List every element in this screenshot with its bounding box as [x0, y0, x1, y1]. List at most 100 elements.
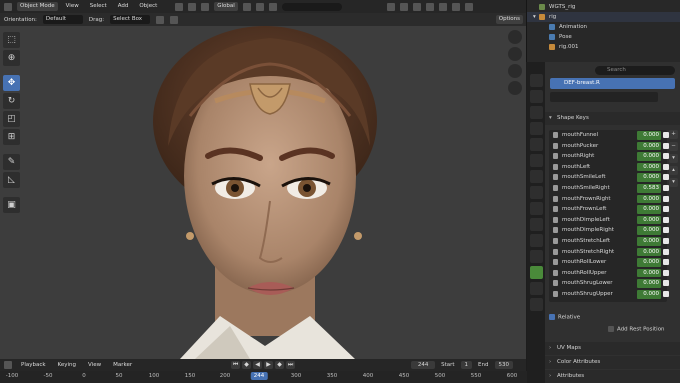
outliner-item[interactable]: Animation — [527, 22, 680, 32]
outliner-item[interactable]: Pose — [527, 32, 680, 42]
shape-key-mute-checkbox[interactable] — [663, 259, 669, 266]
physics-tab-icon[interactable] — [529, 234, 543, 247]
shape-key-row[interactable]: mouthSmileRight 0.583 — [549, 183, 669, 194]
play-icon[interactable]: ▶ — [264, 361, 274, 369]
expand-arrow-icon[interactable]: ▾ — [533, 12, 536, 22]
add-rest-position-checkbox[interactable]: Add Rest Position — [608, 326, 665, 333]
options-dropdown[interactable]: Options — [495, 15, 523, 24]
select-subtract-icon[interactable] — [201, 2, 210, 11]
view-layer-tab-icon[interactable] — [529, 122, 543, 135]
camera-view-icon[interactable] — [508, 64, 522, 78]
shading-rendered-icon[interactable] — [464, 2, 473, 11]
outliner-item[interactable]: rig.001 — [527, 42, 680, 52]
cursor-tool-icon[interactable]: ⊕ — [3, 50, 20, 66]
shape-key-mute-checkbox[interactable] — [663, 216, 669, 223]
shape-key-value[interactable]: 0.000 — [637, 194, 661, 204]
scale-tool-icon[interactable]: ◰ — [3, 111, 20, 127]
zoom-icon[interactable] — [508, 30, 522, 44]
pan-icon[interactable] — [508, 47, 522, 61]
menu-keying[interactable]: Keying — [55, 361, 79, 370]
scene-tab-icon[interactable] — [529, 138, 543, 151]
mesh-data-tab-icon[interactable] — [529, 266, 543, 279]
shape-key-value[interactable]: 0.000 — [637, 215, 661, 225]
select-new-icon[interactable] — [156, 15, 165, 24]
shape-key-value[interactable]: 0.000 — [637, 247, 661, 257]
menu-marker[interactable]: Marker — [110, 361, 135, 370]
jump-keyframe-forward-icon[interactable]: ◆ — [275, 361, 285, 369]
mesh-name-field[interactable]: DEF-breast.R — [550, 78, 675, 89]
shape-key-value[interactable]: 0.583 — [637, 184, 661, 193]
shape-key-row[interactable]: mouthRollLower 0.000 — [549, 257, 669, 268]
drag-dropdown[interactable]: Select Box — [110, 15, 151, 24]
shape-key-row[interactable]: mouthPucker 0.000 — [549, 141, 669, 152]
shape-key-mute-checkbox[interactable] — [663, 248, 669, 255]
play-reverse-icon[interactable]: ◀ — [253, 361, 263, 369]
pivot-icon[interactable] — [242, 2, 251, 11]
editor-type-icon[interactable] — [4, 2, 12, 11]
menu-playback[interactable]: Playback — [18, 361, 49, 370]
attributes-header[interactable]: › Attributes — [545, 370, 680, 383]
shading-material-icon[interactable] — [451, 2, 460, 11]
visibility-icon[interactable] — [386, 2, 395, 11]
shape-keys-header[interactable]: ▾ Shape Keys — [545, 112, 680, 125]
select-extend-icon[interactable] — [188, 2, 197, 11]
transform-tool-icon[interactable]: ⊞ — [3, 129, 20, 145]
render-tab-icon[interactable] — [529, 90, 543, 103]
transform-orientation-dropdown[interactable]: Global — [214, 2, 238, 11]
end-frame-field[interactable]: 530 — [494, 361, 513, 369]
move-tool-icon[interactable]: ✥ — [3, 75, 20, 91]
shape-key-value[interactable]: 0.000 — [637, 152, 661, 161]
shape-key-row[interactable]: mouthStretchRight 0.000 — [549, 247, 669, 258]
shape-key-row[interactable]: mouthRight 0.000 — [549, 151, 669, 162]
outliner-item[interactable]: ▾ rig — [527, 12, 680, 22]
add-cube-tool-icon[interactable]: ▣ — [3, 197, 20, 213]
move-up-icon[interactable]: ▴ — [669, 166, 678, 175]
shape-key-row[interactable]: mouthDimpleRight 0.000 — [549, 225, 669, 236]
shape-key-value[interactable]: 0.000 — [637, 162, 661, 172]
shape-keys-list[interactable]: mouthFunnel 0.000 mouthPucker 0.000 mouthR… — [549, 130, 669, 302]
object-mode-dropdown[interactable]: Object Mode — [17, 2, 58, 11]
shape-key-row[interactable]: mouthSmileLeft 0.000 — [549, 172, 669, 183]
shape-key-value[interactable]: 0.000 — [637, 279, 661, 288]
shape-key-value[interactable]: 0.000 — [637, 141, 661, 151]
shape-key-row[interactable]: mouthStretchLeft 0.000 — [549, 236, 669, 247]
output-tab-icon[interactable] — [529, 106, 543, 119]
tool-tab-icon[interactable] — [529, 74, 543, 87]
select-mode-icon[interactable] — [175, 2, 184, 11]
shape-key-row[interactable]: mouthShrugUpper 0.000 — [549, 289, 669, 300]
shape-key-row[interactable]: mouthDimpleLeft 0.000 — [549, 215, 669, 226]
shape-key-row[interactable]: mouthFunnel 0.000 — [549, 130, 669, 141]
outliner-item[interactable]: WGTS_rig — [527, 2, 680, 12]
select-tool-icon[interactable]: ⬚ — [3, 32, 20, 48]
shape-key-row[interactable]: mouthFrownRight 0.000 — [549, 194, 669, 205]
shape-key-row[interactable]: mouthShrugLower 0.000 — [549, 278, 669, 289]
timeline-editor-icon[interactable] — [4, 361, 12, 369]
jump-start-icon[interactable]: ⏮ — [231, 361, 241, 369]
chevron-down-icon[interactable]: ▾ — [669, 154, 678, 163]
orientation-dropdown[interactable]: Default — [42, 15, 83, 24]
snap-icon[interactable] — [255, 2, 264, 11]
current-frame-field[interactable]: 244 — [411, 361, 436, 369]
perspective-toggle-icon[interactable] — [508, 81, 522, 95]
menu-select[interactable]: Select — [87, 2, 110, 11]
3d-viewport[interactable]: Object Mode View Select Add Object Globa… — [0, 0, 526, 359]
remove-icon[interactable]: − — [669, 142, 678, 151]
color-attributes-header[interactable]: › Color Attributes — [545, 356, 680, 369]
shape-key-mute-checkbox[interactable] — [663, 227, 669, 234]
shape-key-mute-checkbox[interactable] — [663, 195, 669, 202]
measure-tool-icon[interactable]: ◺ — [3, 172, 20, 188]
shape-key-row[interactable]: mouthRollUpper 0.000 — [549, 268, 669, 279]
shape-key-mute-checkbox[interactable] — [663, 280, 669, 287]
shape-key-mute-checkbox[interactable] — [663, 291, 669, 297]
properties-search-input[interactable]: Search — [595, 66, 675, 75]
shape-key-value[interactable]: 0.000 — [637, 258, 661, 267]
jump-end-icon[interactable]: ⏭ — [286, 361, 296, 369]
viewport-search-field[interactable] — [281, 2, 342, 11]
rotate-tool-icon[interactable]: ↻ — [3, 93, 20, 109]
collection-tab-icon[interactable] — [529, 170, 543, 183]
gizmo-toggle-icon[interactable] — [399, 2, 408, 11]
playhead-frame-indicator[interactable]: 244 — [250, 372, 268, 380]
particles-tab-icon[interactable] — [529, 218, 543, 231]
annotate-tool-icon[interactable]: ✎ — [3, 154, 20, 170]
move-down-icon[interactable]: ▾ — [669, 178, 678, 187]
